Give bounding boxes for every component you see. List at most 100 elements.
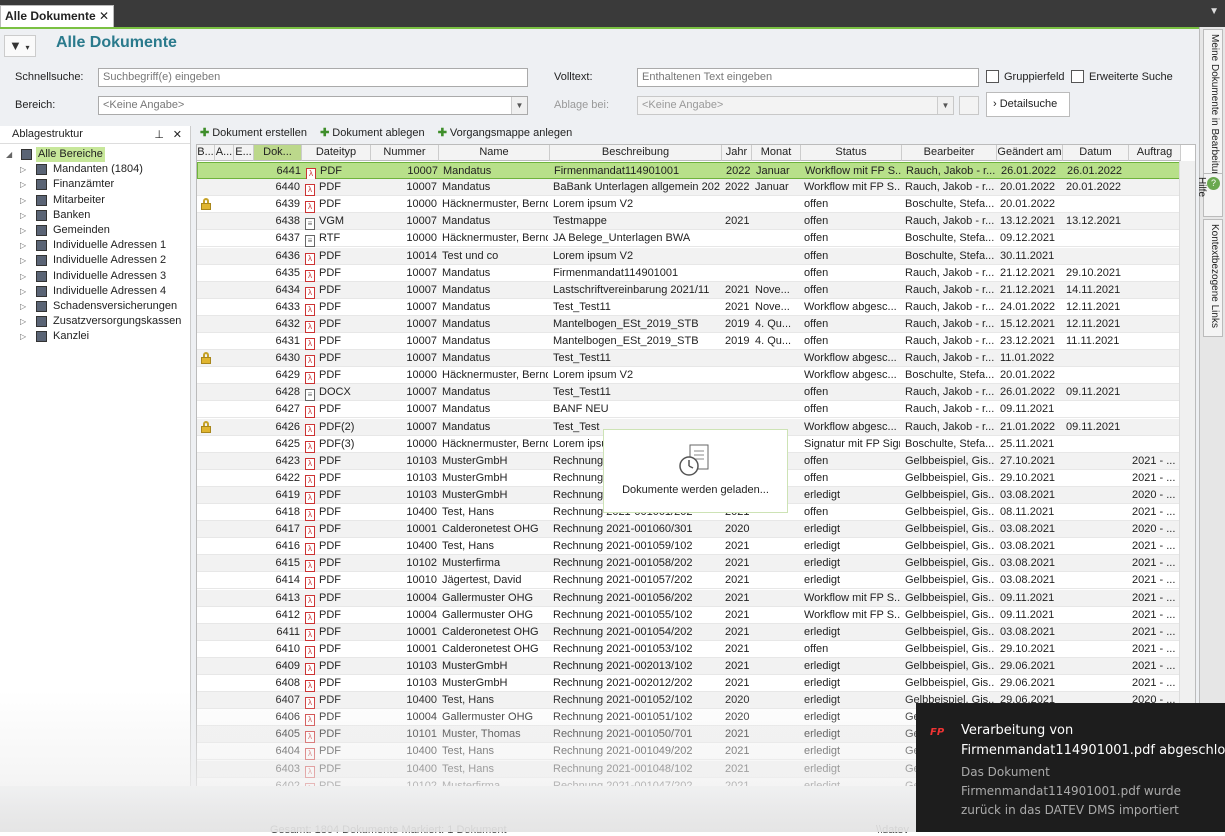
cell-geaendert: 09.12.2021 <box>1000 232 1056 245</box>
table-row[interactable]: 6441 λ PDF 10007 Mandatus Firmenmandat1149010… <box>197 162 1180 180</box>
tree-item[interactable]: ▷ Schadensversicherungen <box>0 299 190 314</box>
column-header[interactable]: Status <box>801 145 902 161</box>
notification-toast[interactable]: FP Verarbeitung von Firmenmandat11490100… <box>916 703 1225 832</box>
expand-icon[interactable]: ▷ <box>20 193 26 208</box>
column-header[interactable]: Beschreibung <box>550 145 722 161</box>
table-row[interactable]: 6434 λ PDF 10007 Mandatus Lastschriftvereinba… <box>197 281 1180 299</box>
quick-search-input[interactable]: Suchbegriff(e) eingeben <box>98 68 528 87</box>
cell-num: 10103 <box>406 677 437 689</box>
column-header[interactable]: Auftrag <box>1129 145 1181 161</box>
extended-search-checkbox[interactable] <box>1071 70 1084 83</box>
table-row[interactable]: 6436 λ PDF 10014 Test und co Lorem ipsum V2 of… <box>197 247 1180 265</box>
cell-auftrag: 2021 - ... <box>1132 557 1176 570</box>
tree-item-root[interactable]: ◢ Alle Bereiche <box>0 147 190 162</box>
close-icon[interactable]: ✕ <box>99 9 109 23</box>
expand-icon[interactable]: ▷ <box>20 299 26 314</box>
pin-icon[interactable]: ⊥ <box>154 128 164 141</box>
tree-item[interactable]: ▷ Mandanten (1804) <box>0 162 190 177</box>
table-row[interactable]: 6437 ≡ RTF 10000 Häcknermuster, Bernd JA Bele… <box>197 230 1180 248</box>
table-row[interactable]: 6409 λ PDF 10103 MusterGmbH Rechnung 2021-002… <box>197 657 1180 675</box>
tree-item[interactable]: ▷ Mitarbeiter <box>0 193 190 208</box>
expand-icon[interactable]: ▷ <box>20 253 26 268</box>
tab-alle-dokumente[interactable]: Alle Dokumente ✕ <box>0 5 114 27</box>
column-header[interactable]: B... <box>197 145 215 161</box>
group-field-checkbox[interactable] <box>986 70 999 83</box>
column-header[interactable]: Name <box>439 145 550 161</box>
filter-button[interactable]: ▼ ▾ <box>4 35 36 57</box>
cell-desc: Rechnung 2021-002012/202 <box>553 677 693 689</box>
tree-item[interactable]: ▷ Zusatzversorgungskassen <box>0 314 190 329</box>
column-header[interactable]: Jahr <box>722 145 752 161</box>
table-row[interactable]: 6432 λ PDF 10007 Mandatus Mantelbogen_ESt_201… <box>197 315 1180 333</box>
cell-num: 10007 <box>406 420 437 433</box>
expand-icon[interactable]: ▷ <box>20 269 26 284</box>
pdf-file-icon: λ <box>305 457 315 470</box>
table-row[interactable]: 6429 λ PDF 10000 Häcknermuster, Bernd Lorem i… <box>197 367 1180 385</box>
expand-icon[interactable]: ▷ <box>20 162 26 177</box>
tab-help[interactable]: ? Hilfe <box>1196 173 1223 217</box>
create-folder-button[interactable]: ✚ Vorgangsmappe anlegen <box>438 127 573 139</box>
column-header[interactable]: Datum <box>1063 145 1129 161</box>
column-header[interactable]: Dok... <box>254 145 302 161</box>
expand-icon[interactable]: ▷ <box>20 329 26 344</box>
table-row[interactable]: 6440 λ PDF 10007 Mandatus BaBank Unterlagen a… <box>197 179 1180 197</box>
fulltext-input[interactable]: Enthaltenen Text eingeben <box>637 68 979 87</box>
tree-item[interactable]: ▷ Banken <box>0 208 190 223</box>
table-row[interactable]: 6438 ≡ VGM 10007 Mandatus Testmappe 2021 offen R… <box>197 213 1180 231</box>
column-header[interactable]: Nummer <box>371 145 439 161</box>
tree-item[interactable]: ▷ Finanzämter <box>0 177 190 192</box>
column-header[interactable]: A... <box>215 145 234 161</box>
table-row[interactable]: 6430 λ PDF 10007 Mandatus Test_Test11 Workflow… <box>197 350 1180 368</box>
expand-icon[interactable]: ▷ <box>20 223 26 238</box>
table-row[interactable]: 6413 λ PDF 10004 Gallermuster OHG Rechnung 20… <box>197 589 1180 607</box>
tree-item[interactable]: ▷ Individuelle Adressen 1 <box>0 238 190 253</box>
table-row[interactable]: 6416 λ PDF 10400 Test, Hans Rechnung 2021-001… <box>197 538 1180 556</box>
tree-item[interactable]: ▷ Gemeinden <box>0 223 190 238</box>
cell-jahr: 2021 <box>725 283 750 296</box>
table-row[interactable]: 6414 λ PDF 10010 Jägertest, David Rechnung 20… <box>197 572 1180 590</box>
column-header[interactable]: Monat <box>752 145 801 161</box>
file-type-label: PDF <box>319 283 341 296</box>
table-row[interactable]: 6411 λ PDF 10001 Calderonetest OHG Rechnung 2… <box>197 623 1180 641</box>
table-row[interactable]: 6415 λ PDF 10102 Musterfirma Rechnung 2021-00… <box>197 555 1180 573</box>
quick-search-label[interactable]: Schnellsuche: <box>15 71 84 83</box>
create-document-button[interactable]: ✚ Dokument erstellen <box>200 127 307 139</box>
cell-num: 10103 <box>406 488 437 501</box>
file-type-label: PDF <box>319 642 341 655</box>
tree-item[interactable]: ▷ Kanzlei <box>0 329 190 344</box>
column-header[interactable]: E... <box>234 145 254 161</box>
tree-item[interactable]: ▷ Individuelle Adressen 3 <box>0 269 190 284</box>
file-type-label: PDF(3) <box>319 437 355 450</box>
table-row[interactable]: 6435 λ PDF 10007 Mandatus Firmenmandat1149010… <box>197 265 1180 282</box>
expand-icon[interactable]: ▷ <box>20 238 26 253</box>
collapse-icon[interactable]: ◢ <box>6 147 12 162</box>
tree-item[interactable]: ▷ Individuelle Adressen 4 <box>0 284 190 299</box>
expand-icon[interactable]: ▷ <box>20 284 26 299</box>
table-row[interactable]: 6427 λ PDF 10007 Mandatus BANF NEU offen Rauch,… <box>197 401 1180 419</box>
pdf-file-icon: λ <box>305 252 315 265</box>
table-row[interactable]: 6412 λ PDF 10004 Gallermuster OHG Rechnung 20… <box>197 607 1180 624</box>
expand-icon[interactable]: ▷ <box>20 208 26 223</box>
detail-search-button[interactable]: › Detailsuche <box>986 92 1070 117</box>
tree-item[interactable]: ▷ Individuelle Adressen 2 <box>0 253 190 268</box>
cell-geaendert: 23.12.2021 <box>1000 335 1056 347</box>
column-header[interactable]: Geändert am <box>997 145 1063 161</box>
table-row[interactable]: 6433 λ PDF 10007 Mandatus Test_Test11 2021 Nove… <box>197 299 1180 316</box>
expand-icon[interactable]: ▷ <box>20 177 26 192</box>
chevron-down-icon: ▼ <box>511 97 527 114</box>
chevron-down-icon[interactable]: ▼ <box>1209 6 1219 17</box>
tab-context-links[interactable]: Kontextbezogene Links <box>1203 219 1223 337</box>
table-row[interactable]: 6439 λ PDF 10000 Häcknermuster, Bernd Lorem i… <box>197 196 1180 214</box>
table-row[interactable]: 6417 λ PDF 10001 Calderonetest OHG Rechnung 2… <box>197 521 1180 539</box>
area-select[interactable]: <Keine Angabe> ▼ <box>98 96 528 115</box>
close-icon[interactable]: ✕ <box>173 128 182 141</box>
table-row[interactable]: 6431 λ PDF 10007 Mandatus Mantelbogen_ESt_201… <box>197 333 1180 351</box>
column-header[interactable]: Dateityp <box>302 145 371 161</box>
file-document-button[interactable]: ✚ Dokument ablegen <box>320 127 425 139</box>
column-header[interactable]: Bearbeiter <box>902 145 997 161</box>
cell-name: Mandatus <box>442 352 491 365</box>
table-row[interactable]: 6410 λ PDF 10001 Calderonetest OHG Rechnung 2… <box>197 641 1180 658</box>
expand-icon[interactable]: ▷ <box>20 314 26 329</box>
table-row[interactable]: 6428 ≡ DOCX 10007 Mandatus Test_Test11 offen Ra… <box>197 384 1180 402</box>
cell-typ: λ PDF(3) <box>305 438 369 453</box>
